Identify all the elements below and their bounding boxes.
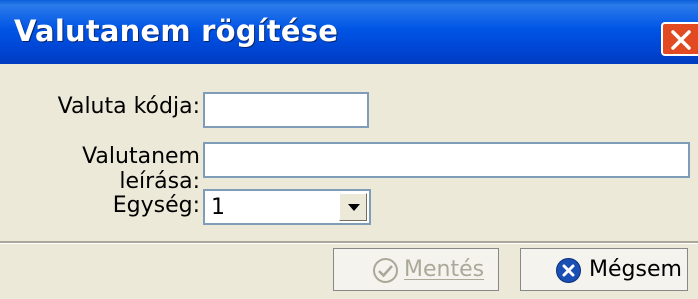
currency-code-input[interactable] bbox=[203, 92, 369, 128]
currency-description-label: Valutanem leírása: bbox=[82, 144, 200, 194]
window-title: Valutanem rögítése bbox=[14, 14, 339, 48]
cancel-button[interactable]: Mégsem bbox=[520, 248, 688, 291]
close-button[interactable] bbox=[661, 22, 698, 56]
title-bar[interactable]: Valutanem rögítése bbox=[0, 0, 698, 64]
close-icon bbox=[671, 30, 691, 50]
cancel-button-label: Mégsem bbox=[589, 257, 682, 282]
currency-description-input[interactable] bbox=[203, 142, 690, 178]
dialog-window: Valutanem rögítése Valuta kódja: Valutan… bbox=[0, 0, 698, 299]
unit-dropdown-button[interactable] bbox=[339, 193, 367, 221]
save-button[interactable]: Mentés bbox=[333, 248, 499, 291]
footer-separator bbox=[0, 241, 698, 244]
save-button-label: Mentés bbox=[404, 257, 485, 282]
unit-select-value: 1 bbox=[211, 195, 225, 220]
unit-select[interactable]: 1 bbox=[203, 189, 371, 225]
currency-code-label: Valuta kódja: bbox=[57, 94, 200, 119]
chevron-down-icon bbox=[348, 204, 360, 211]
checkmark-circle-icon bbox=[373, 258, 398, 283]
unit-label: Egység: bbox=[112, 193, 200, 218]
x-circle-icon bbox=[556, 258, 581, 283]
